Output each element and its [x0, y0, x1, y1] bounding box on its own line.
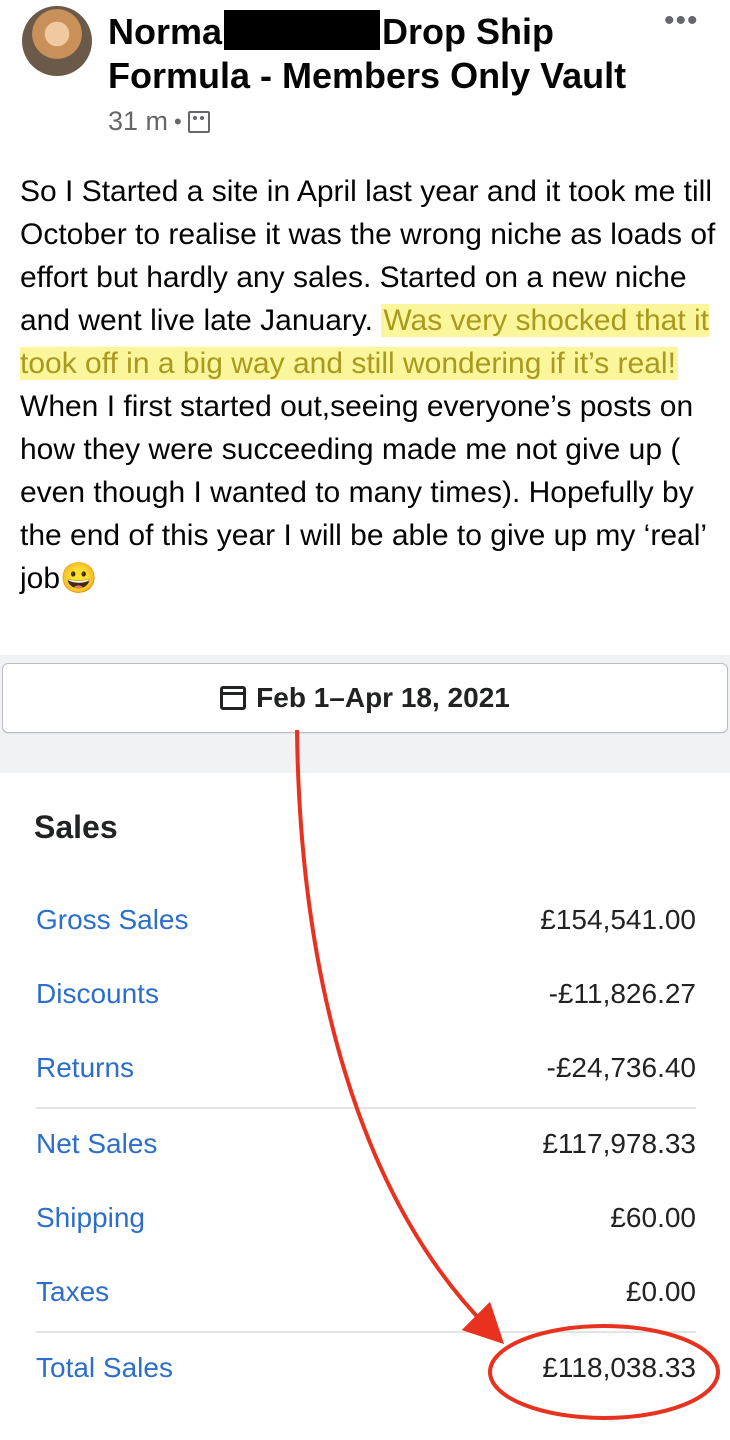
more-options-icon[interactable]: ••• — [664, 4, 699, 38]
report-row-shipping: Shipping £60.00 — [36, 1188, 696, 1248]
row-value: £154,541.00 — [540, 904, 696, 935]
row-value: £117,978.33 — [542, 1128, 696, 1159]
author-name[interactable]: Norma — [108, 11, 222, 52]
row-value: £60.00 — [610, 1202, 696, 1233]
row-label[interactable]: Taxes — [36, 1276, 109, 1308]
row-value: -£11,826.27 — [548, 978, 696, 1009]
row-value: £118,038.33 — [542, 1352, 696, 1383]
calendar-icon — [220, 686, 247, 710]
report-row-returns: Returns -£24,736.40 — [36, 1038, 696, 1098]
sales-card: Sales Gross Sales £154,541.00 Discounts … — [0, 773, 730, 1440]
sales-card-title: Sales — [34, 809, 118, 845]
report-row-net-sales: Net Sales £117,978.33 — [36, 1114, 696, 1174]
group-members-icon — [187, 110, 210, 133]
row-label[interactable]: Gross Sales — [36, 904, 189, 936]
date-range-label: Feb 1–Apr 18, 2021 — [256, 682, 510, 713]
row-value: £0.00 — [625, 1276, 696, 1307]
meta-separator: • — [174, 108, 182, 134]
divider — [36, 1107, 696, 1109]
row-label[interactable]: Shipping — [36, 1202, 145, 1234]
report-row-taxes: Taxes £0.00 — [36, 1262, 696, 1322]
report-row-gross-sales: Gross Sales £154,541.00 — [36, 890, 696, 950]
row-label[interactable]: Returns — [36, 1052, 134, 1084]
post-title[interactable]: Norma Drop Ship Formula - Members Only Va… — [108, 10, 648, 98]
report-row-total-sales: Total Sales £118,038.33 — [36, 1338, 696, 1398]
post-timestamp[interactable]: 31 m — [108, 106, 168, 137]
post-text-part2: When I first started out,seeing everyone… — [20, 390, 706, 595]
divider — [36, 1331, 696, 1333]
group-name-part1[interactable]: Drop Ship — [382, 11, 554, 52]
row-label[interactable]: Total Sales — [36, 1352, 173, 1384]
post-text: So I Started a site in April last year a… — [20, 170, 720, 600]
row-label[interactable]: Net Sales — [36, 1128, 157, 1160]
grinning-emoji-icon: 😀 — [60, 562, 98, 595]
row-label[interactable]: Discounts — [36, 978, 159, 1010]
attached-image[interactable]: Feb 1–Apr 18, 2021 Sales Gross Sales £15… — [0, 655, 730, 1440]
redacted-name-bar — [224, 10, 381, 50]
post-meta: 31 m • — [108, 106, 210, 137]
post-header: Norma Drop Ship Formula - Members Only Va… — [0, 0, 730, 150]
group-name-part2[interactable]: Formula - Members Only Vault — [108, 55, 626, 96]
author-avatar[interactable] — [22, 6, 92, 76]
date-range-button[interactable]: Feb 1–Apr 18, 2021 — [2, 663, 728, 733]
row-value: -£24,736.40 — [546, 1052, 696, 1083]
report-row-discounts: Discounts -£11,826.27 — [36, 964, 696, 1024]
